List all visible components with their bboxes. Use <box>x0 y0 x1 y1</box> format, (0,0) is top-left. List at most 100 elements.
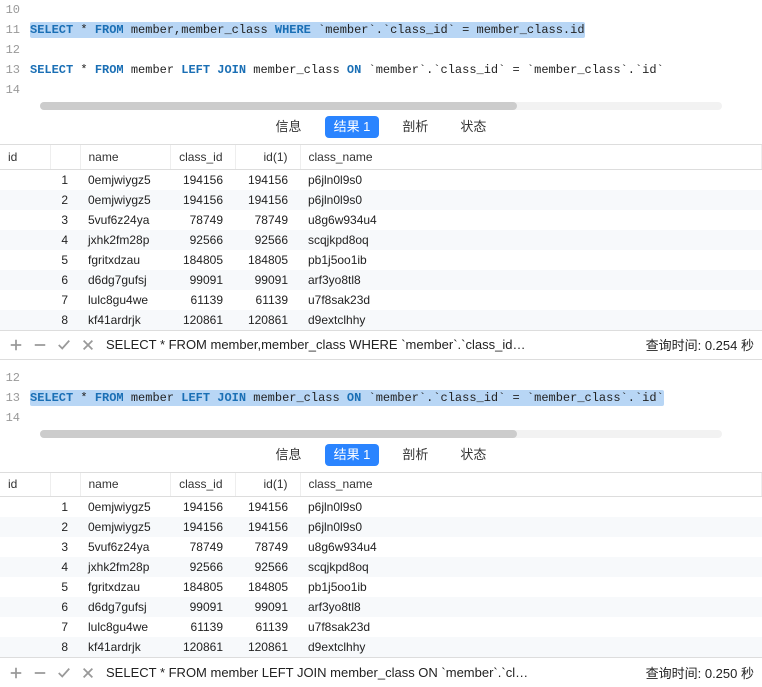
cell-class-id[interactable]: 194156 <box>170 497 235 518</box>
table-row[interactable]: 8kf41ardrjk120861120861d9extclhhy <box>0 310 762 330</box>
cell-id[interactable] <box>0 617 50 637</box>
editor-scrollbar[interactable] <box>40 430 722 438</box>
cell-class-name[interactable]: d9extclhhy <box>300 637 762 657</box>
cell-name[interactable]: kf41ardrjk <box>80 637 170 657</box>
cell-id1[interactable]: 184805 <box>235 250 300 270</box>
cancel-icon[interactable] <box>80 337 96 353</box>
tab-profile[interactable]: 剖析 <box>393 444 437 466</box>
table-row[interactable]: 5fgritxdzau184805184805pb1j5oo1ib <box>0 577 762 597</box>
sql-editor-top[interactable]: 10 11 SELECT * FROM member,member_class … <box>0 0 762 110</box>
cell-class-name[interactable]: u7f8sak23d <box>300 290 762 310</box>
table-row[interactable]: 10emjwiygz5194156194156p6jln0l9s0 <box>0 169 762 190</box>
cell-class-id[interactable]: 184805 <box>170 577 235 597</box>
cell-id[interactable] <box>0 169 50 190</box>
col-name[interactable]: name <box>80 473 170 497</box>
cell-class-name[interactable]: scqjkpd8oq <box>300 557 762 577</box>
cell-name[interactable]: 0emjwiygz5 <box>80 517 170 537</box>
cell-class-name[interactable]: p6jln0l9s0 <box>300 517 762 537</box>
code-line-highlighted[interactable]: SELECT * FROM member LEFT JOIN member_cl… <box>30 390 664 406</box>
table-row[interactable]: 35vuf6z24ya7874978749u8g6w934u4 <box>0 537 762 557</box>
cell-name[interactable]: 0emjwiygz5 <box>80 497 170 518</box>
cell-id[interactable] <box>0 577 50 597</box>
col-id[interactable]: id <box>0 473 50 497</box>
cell-class-name[interactable]: p6jln0l9s0 <box>300 169 762 190</box>
cell-id1[interactable]: 194156 <box>235 169 300 190</box>
cell-name[interactable]: jxhk2fm28p <box>80 557 170 577</box>
cell-id1[interactable]: 184805 <box>235 577 300 597</box>
col-id1[interactable]: id(1) <box>235 145 300 169</box>
cell-class-name[interactable]: p6jln0l9s0 <box>300 497 762 518</box>
cell-class-id[interactable]: 194156 <box>170 517 235 537</box>
cell-id[interactable] <box>0 557 50 577</box>
cell-class-name[interactable]: u8g6w934u4 <box>300 537 762 557</box>
cell-class-name[interactable]: p6jln0l9s0 <box>300 190 762 210</box>
cell-id1[interactable]: 61139 <box>235 290 300 310</box>
code-line-highlighted[interactable]: SELECT * FROM member,member_class WHERE … <box>30 22 585 38</box>
cell-id1[interactable]: 78749 <box>235 537 300 557</box>
cell-class-name[interactable]: scqjkpd8oq <box>300 230 762 250</box>
cell-class-name[interactable]: arf3yo8tl8 <box>300 270 762 290</box>
cell-name[interactable]: d6dg7gufsj <box>80 597 170 617</box>
apply-icon[interactable] <box>56 665 72 681</box>
cell-name[interactable]: kf41ardrjk <box>80 310 170 330</box>
tab-info[interactable]: 信息 <box>267 444 311 466</box>
cell-id[interactable] <box>0 310 50 330</box>
table-row[interactable]: 7lulc8gu4we6113961139u7f8sak23d <box>0 617 762 637</box>
cell-id[interactable] <box>0 210 50 230</box>
cell-class-id[interactable]: 61139 <box>170 290 235 310</box>
tab-status[interactable]: 状态 <box>451 444 495 466</box>
cell-class-id[interactable]: 120861 <box>170 310 235 330</box>
cell-class-id[interactable]: 61139 <box>170 617 235 637</box>
table-row[interactable]: 10emjwiygz5194156194156p6jln0l9s0 <box>0 497 762 518</box>
cell-id1[interactable]: 194156 <box>235 190 300 210</box>
cell-name[interactable]: 5vuf6z24ya <box>80 210 170 230</box>
cell-id[interactable] <box>0 290 50 310</box>
tab-info[interactable]: 信息 <box>267 116 311 138</box>
cell-class-id[interactable]: 194156 <box>170 169 235 190</box>
table-row[interactable]: 6d6dg7gufsj9909199091arf3yo8tl8 <box>0 597 762 617</box>
col-id1[interactable]: id(1) <box>235 473 300 497</box>
cell-name[interactable]: fgritxdzau <box>80 250 170 270</box>
cell-class-id[interactable]: 184805 <box>170 250 235 270</box>
cell-id[interactable] <box>0 597 50 617</box>
cell-id1[interactable]: 92566 <box>235 557 300 577</box>
cell-name[interactable]: d6dg7gufsj <box>80 270 170 290</box>
cell-id1[interactable]: 99091 <box>235 597 300 617</box>
cell-id1[interactable]: 99091 <box>235 270 300 290</box>
tab-result-1[interactable]: 结果 1 <box>325 444 380 466</box>
cell-name[interactable]: 0emjwiygz5 <box>80 169 170 190</box>
table-row[interactable]: 5fgritxdzau184805184805pb1j5oo1ib <box>0 250 762 270</box>
code-line[interactable]: SELECT * FROM member LEFT JOIN member_cl… <box>30 63 664 77</box>
col-name[interactable]: name <box>80 145 170 169</box>
cell-class-name[interactable]: pb1j5oo1ib <box>300 577 762 597</box>
cell-id[interactable] <box>0 537 50 557</box>
table-row[interactable]: 4jxhk2fm28p9256692566scqjkpd8oq <box>0 230 762 250</box>
cell-class-id[interactable]: 99091 <box>170 270 235 290</box>
cell-class-id[interactable]: 120861 <box>170 637 235 657</box>
cell-id[interactable] <box>0 190 50 210</box>
cell-name[interactable]: 5vuf6z24ya <box>80 537 170 557</box>
cell-class-id[interactable]: 194156 <box>170 190 235 210</box>
cell-id1[interactable]: 194156 <box>235 517 300 537</box>
add-row-icon[interactable] <box>8 337 24 353</box>
table-row[interactable]: 8kf41ardrjk120861120861d9extclhhy <box>0 637 762 657</box>
delete-row-icon[interactable] <box>32 665 48 681</box>
cell-id1[interactable]: 61139 <box>235 617 300 637</box>
cell-id[interactable] <box>0 517 50 537</box>
cell-class-name[interactable]: d9extclhhy <box>300 310 762 330</box>
sql-editor-bottom[interactable]: 12 13 SELECT * FROM member LEFT JOIN mem… <box>0 368 762 438</box>
cell-name[interactable]: lulc8gu4we <box>80 290 170 310</box>
tab-status[interactable]: 状态 <box>451 116 495 138</box>
cell-id1[interactable]: 120861 <box>235 310 300 330</box>
col-class-name[interactable]: class_name <box>300 473 762 497</box>
cell-id1[interactable]: 194156 <box>235 497 300 518</box>
cell-class-id[interactable]: 92566 <box>170 557 235 577</box>
cell-id1[interactable]: 78749 <box>235 210 300 230</box>
editor-scrollbar[interactable] <box>40 102 722 110</box>
cell-id1[interactable]: 120861 <box>235 637 300 657</box>
cell-class-name[interactable]: u7f8sak23d <box>300 617 762 637</box>
cell-class-name[interactable]: arf3yo8tl8 <box>300 597 762 617</box>
col-id[interactable]: id <box>0 145 50 169</box>
table-row[interactable]: 20emjwiygz5194156194156p6jln0l9s0 <box>0 517 762 537</box>
cell-name[interactable]: jxhk2fm28p <box>80 230 170 250</box>
